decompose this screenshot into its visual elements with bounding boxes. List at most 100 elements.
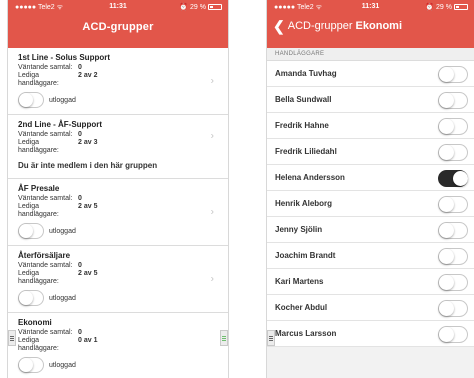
agent-row: Fredrik Liliedahl [267, 139, 474, 165]
group-detail-screen: ●●●●● Tele2 ᯤ 11:31 ⏰ 29 % ❮ ACD-grupper… [266, 0, 474, 378]
group-name: Ekonomi [18, 318, 52, 327]
acd-groups-screen: ●●●●● Tele2 ᯤ 11:31 ⏰ 29 % ACD-grupper 1… [7, 0, 229, 378]
toggle-knob [439, 249, 454, 264]
agent-toggle[interactable] [438, 300, 468, 317]
free-label: Lediga handläggare: [18, 270, 59, 285]
agent-name: Jenny Sjölin [275, 225, 323, 234]
agent-name: Helena Andersson [275, 173, 345, 182]
group-card-2nd-line[interactable]: 2nd Line - ÅF-Support Väntande samtal: 0 … [8, 115, 228, 179]
login-toggle[interactable] [18, 223, 44, 239]
agent-row: Henrik Aleborg [267, 191, 474, 217]
group-card-ekonomi[interactable]: Ekonomi Väntande samtal: 0 Lediga handläg… [8, 313, 228, 378]
drawer-handle-left[interactable] [267, 330, 275, 346]
agent-toggle[interactable] [438, 144, 468, 161]
agent-name: Henrik Aleborg [275, 199, 333, 208]
toggle-knob [439, 67, 454, 82]
group-name: Återförsäljare [18, 251, 71, 260]
agent-name: Amanda Tuvhag [275, 69, 337, 78]
back-label: ACD-grupper [287, 20, 353, 32]
agent-row: Kocher Abdul [267, 295, 474, 321]
waiting-count: 0 [78, 64, 82, 71]
back-button[interactable]: ❮ ACD-grupper Ekonomi [273, 17, 402, 34]
agent-row: Fredrik Hahne [267, 113, 474, 139]
waiting-label: Väntande samtal: [18, 262, 73, 269]
page-title: ACD-grupper [82, 21, 154, 33]
chevron-right-icon: › [210, 206, 214, 218]
toggle-knob [453, 171, 468, 186]
agent-name: Fredrik Hahne [275, 121, 329, 130]
toggle-knob [439, 275, 454, 290]
agent-toggle[interactable] [438, 170, 468, 187]
battery-percent: 29 % [436, 3, 452, 11]
toggle-knob [439, 93, 454, 108]
chevron-left-icon: ❮ [273, 17, 285, 34]
chevron-right-icon: › [210, 75, 214, 87]
toggle-knob [19, 93, 33, 107]
waiting-label: Väntande samtal: [18, 64, 73, 71]
free-count: 2 av 3 [78, 139, 98, 146]
group-card-1st-line[interactable]: 1st Line - Solus Support Väntande samtal… [8, 48, 228, 115]
agent-name: Marcus Larsson [275, 329, 337, 338]
group-name: ÅF Presale [18, 184, 60, 193]
battery-percent: 29 % [190, 3, 206, 11]
free-count: 2 av 5 [78, 270, 98, 277]
people-list: Amanda Tuvhag Bella Sundwall Fredrik Hahne… [267, 61, 474, 347]
free-count: 0 av 1 [78, 337, 98, 344]
agent-toggle[interactable] [438, 274, 468, 291]
toggle-knob [19, 291, 33, 305]
login-toggle[interactable] [18, 357, 44, 373]
group-card-af-presale[interactable]: ÅF Presale Väntande samtal: 0 Lediga hand… [8, 179, 228, 246]
free-label: Lediga handläggare: [18, 72, 59, 87]
toggle-label: utloggad [49, 227, 76, 235]
agent-toggle[interactable] [438, 118, 468, 135]
battery-icon [208, 4, 222, 10]
agent-name: Kocher Abdul [275, 303, 328, 312]
toggle-knob [439, 145, 454, 160]
agent-row: Amanda Tuvhag [267, 61, 474, 87]
section-header: HANDLÄGGARE [267, 48, 474, 61]
toggle-label: utloggad [49, 294, 76, 302]
battery-icon [454, 4, 468, 10]
agent-list[interactable]: HANDLÄGGARE Amanda Tuvhag Bella Sundwall F… [267, 48, 474, 378]
agent-toggle[interactable] [438, 248, 468, 265]
login-toggle[interactable] [18, 92, 44, 108]
agent-row: Jenny Sjölin [267, 217, 474, 243]
waiting-label: Väntande samtal: [18, 329, 73, 336]
toggle-label: utloggad [49, 96, 76, 104]
toggle-knob [439, 223, 454, 238]
agent-row: Joachim Brandt [267, 243, 474, 269]
waiting-label: Väntande samtal: [18, 131, 73, 138]
toggle-knob [19, 224, 33, 238]
drawer-handle-left[interactable] [8, 330, 16, 346]
agent-row: Marcus Larsson [267, 321, 474, 347]
agent-name: Kari Martens [275, 277, 324, 286]
chevron-right-icon: › [210, 273, 214, 285]
nav-bar: ●●●●● Tele2 ᯤ 11:31 ⏰ 29 % ACD-grupper [8, 0, 228, 48]
alarm-icon: ⏰ [425, 4, 435, 11]
agent-toggle[interactable] [438, 66, 468, 83]
free-label: Lediga handläggare: [18, 203, 59, 218]
group-card-aterforsaljare[interactable]: Återförsäljare Väntande samtal: 0 Lediga … [8, 246, 228, 313]
alarm-icon: ⏰ [179, 4, 189, 11]
agent-toggle[interactable] [438, 222, 468, 239]
battery-indicator: ⏰ 29 % [425, 3, 468, 11]
drawer-handle-right[interactable] [220, 330, 228, 346]
status-bar: ●●●●● Tele2 ᯤ 11:31 ⏰ 29 % [8, 0, 228, 13]
toggle-knob [19, 358, 33, 372]
agent-toggle[interactable] [438, 326, 468, 343]
group-list[interactable]: 1st Line - Solus Support Väntande samtal… [8, 48, 228, 378]
group-name: 2nd Line - ÅF-Support [18, 120, 102, 129]
nav-bar: ●●●●● Tele2 ᯤ 11:31 ⏰ 29 % ❮ ACD-grupper… [267, 0, 474, 48]
free-label: Lediga handläggare: [18, 337, 59, 352]
agent-toggle[interactable] [438, 196, 468, 213]
waiting-count: 0 [78, 195, 82, 202]
toggle-label: utloggad [49, 361, 76, 369]
free-label: Lediga handläggare: [18, 139, 59, 154]
waiting-count: 0 [78, 262, 82, 269]
toggle-knob [439, 301, 454, 316]
toggle-knob [439, 197, 454, 212]
free-count: 2 av 2 [78, 72, 98, 79]
agent-toggle[interactable] [438, 92, 468, 109]
toggle-knob [439, 327, 454, 342]
login-toggle[interactable] [18, 290, 44, 306]
